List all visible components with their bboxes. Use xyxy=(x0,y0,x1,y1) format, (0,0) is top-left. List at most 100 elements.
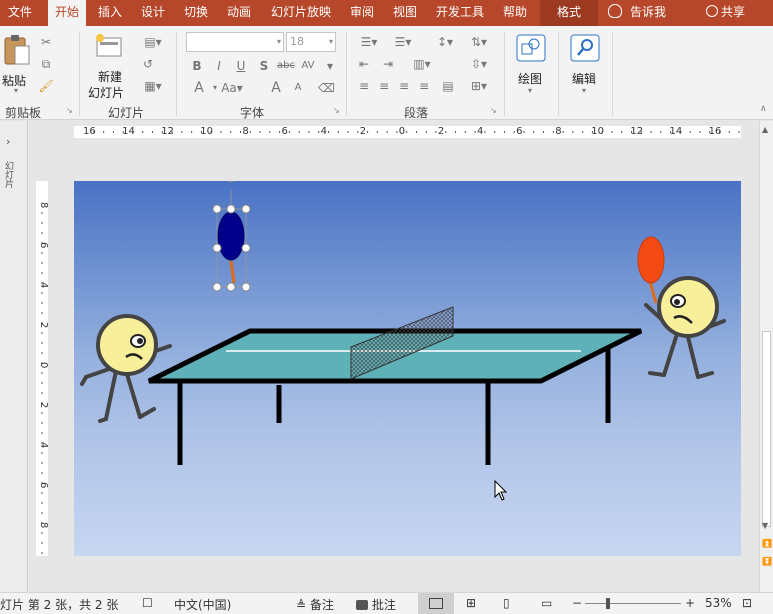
ruler-number: 12 xyxy=(630,126,644,137)
zoom-slider-track[interactable] xyxy=(585,603,681,604)
editing-button[interactable]: 编辑 ▾ xyxy=(566,32,606,98)
section-icon[interactable]: ▦▾ xyxy=(140,78,166,94)
zoom-out-icon[interactable]: − xyxy=(572,596,582,610)
ruler-number: 8 xyxy=(38,202,49,209)
zoom-in-icon[interactable]: + xyxy=(685,596,695,610)
ruler-number: 10 xyxy=(200,126,214,137)
format-painter-icon[interactable]: 🖌 xyxy=(38,78,54,94)
ruler-number: 4 xyxy=(320,126,327,137)
align-right-icon[interactable]: ≡ xyxy=(396,78,412,94)
paddle-right[interactable] xyxy=(637,236,665,304)
clear-formatting-icon[interactable]: ⌫ xyxy=(318,80,335,96)
columns-icon[interactable]: ▥▾ xyxy=(410,56,434,72)
scroll-down-icon[interactable]: ▼ xyxy=(762,521,768,530)
group-label-clipboard: 剪贴板 xyxy=(5,106,42,120)
tab-slideshow[interactable]: 幻灯片放映 xyxy=(265,0,337,26)
font-name-combo[interactable]: ▾ xyxy=(186,32,284,52)
notes-icon: ≜ xyxy=(296,598,307,612)
font-color-icon[interactable]: A xyxy=(191,80,207,96)
vertical-ruler: 8 6 4 2 0 2 4 6 8 xyxy=(36,181,49,556)
paddle-left-selected[interactable] xyxy=(217,211,245,284)
ruler-number: 16 xyxy=(708,126,722,137)
tab-developer[interactable]: 开发工具 xyxy=(430,0,490,26)
change-case-icon[interactable]: Aa▾ xyxy=(220,80,244,96)
new-slide-button[interactable]: 新建 幻灯片 xyxy=(86,32,132,100)
character-spacing-icon[interactable]: AV xyxy=(298,58,318,74)
decrease-font-icon[interactable]: A xyxy=(290,80,306,96)
reset-icon[interactable]: ↺ xyxy=(140,56,156,72)
line-spacing-icon[interactable]: ↕▾ xyxy=(432,34,458,50)
cut-icon[interactable]: ✂ xyxy=(38,34,54,50)
numbering-icon[interactable]: ☰▾ xyxy=(390,34,416,50)
zoom-level[interactable]: 53% xyxy=(705,596,732,610)
reading-view-icon[interactable]: ▯ xyxy=(503,596,510,610)
copy-icon[interactable]: ⧉ xyxy=(38,56,54,72)
normal-view-button[interactable] xyxy=(418,593,454,614)
strikethrough-icon[interactable]: abc xyxy=(276,58,296,74)
slide-canvas[interactable] xyxy=(74,181,741,556)
dialog-launcher-icon[interactable]: ↘ xyxy=(66,106,73,115)
ruler-number: 10 xyxy=(591,126,605,137)
expand-panel-icon[interactable]: › xyxy=(6,135,10,148)
tab-help[interactable]: 帮助 xyxy=(495,0,535,26)
bold-icon[interactable]: B xyxy=(189,58,205,74)
dialog-launcher-icon[interactable]: ↘ xyxy=(490,106,497,115)
mouse-cursor-icon xyxy=(494,479,508,501)
tab-file[interactable]: 文件 xyxy=(0,0,40,26)
zoom-slider-thumb[interactable] xyxy=(606,598,610,609)
group-label-slides: 幻灯片 xyxy=(108,106,145,120)
spellcheck-icon[interactable]: ☐ xyxy=(142,596,153,610)
text-direction-icon[interactable]: ⇅▾ xyxy=(466,34,492,50)
ruler-number: 2 xyxy=(38,322,49,329)
justify-icon[interactable]: ≡ xyxy=(416,78,432,94)
decrease-indent-icon[interactable]: ⇤ xyxy=(356,56,372,72)
smartart-icon[interactable]: ⊞▾ xyxy=(466,78,492,94)
shadow-icon[interactable]: S xyxy=(256,58,272,74)
distribute-icon[interactable]: ▤ xyxy=(440,78,456,94)
underline-icon[interactable]: U xyxy=(233,58,249,74)
increase-indent-icon[interactable]: ⇥ xyxy=(380,56,396,72)
vertical-scrollbar[interactable]: ▲ ▼ ⏫ ⏬ xyxy=(759,121,773,592)
tab-review[interactable]: 审阅 xyxy=(342,0,382,26)
player-right[interactable] xyxy=(644,276,726,379)
tab-design[interactable]: 设计 xyxy=(134,0,172,26)
tab-format[interactable]: 格式 xyxy=(540,0,598,26)
align-center-icon[interactable]: ≡ xyxy=(376,78,392,94)
status-bar: 幻灯片 第 2 张，共 2 张 ☐ 中文(中国) ≜ 备注 批注 ⊞ ▯ ▭ −… xyxy=(0,592,773,614)
bullets-icon[interactable]: ☰▾ xyxy=(356,34,382,50)
align-text-icon[interactable]: ⇳▾ xyxy=(466,56,492,72)
tab-animations[interactable]: 动画 xyxy=(220,0,258,26)
tab-transitions[interactable]: 切换 xyxy=(177,0,215,26)
chevron-down-icon[interactable]: ▾ xyxy=(322,58,338,74)
scroll-thumb[interactable] xyxy=(762,331,771,527)
tell-me-search[interactable]: 告诉我 xyxy=(608,0,666,26)
tab-view[interactable]: 视图 xyxy=(385,0,425,26)
notes-button[interactable]: ≜ 备注 xyxy=(296,596,334,613)
group-label-font: 字体 xyxy=(240,106,265,120)
thumbnail-panel-collapsed[interactable]: › 幻灯片 xyxy=(0,121,28,592)
fit-slide-icon[interactable]: ⊡ xyxy=(742,596,752,610)
tab-home[interactable]: 开始 xyxy=(48,0,86,26)
language-indicator[interactable]: 中文(中国) xyxy=(174,596,231,613)
layout-icon[interactable]: ▤▾ xyxy=(140,34,166,50)
dialog-launcher-icon[interactable]: ↘ xyxy=(333,106,340,115)
tab-insert[interactable]: 插入 xyxy=(91,0,129,26)
share-button[interactable]: 共享 xyxy=(706,0,745,26)
scroll-up-icon[interactable]: ▲ xyxy=(762,125,768,134)
player-left[interactable] xyxy=(80,314,172,423)
paste-button[interactable]: 粘贴 ▾ xyxy=(2,32,32,98)
font-size-combo[interactable]: 18 ▾ xyxy=(286,32,336,52)
increase-font-icon[interactable]: A xyxy=(268,80,284,96)
next-slide-icon[interactable]: ⏬ xyxy=(762,557,772,566)
collapse-ribbon-icon[interactable]: ∧ xyxy=(760,104,767,114)
ruler-number: 2 xyxy=(437,126,445,137)
comments-button[interactable]: 批注 xyxy=(356,596,396,613)
previous-slide-icon[interactable]: ⏫ xyxy=(762,539,772,548)
slideshow-icon[interactable]: ▭ xyxy=(541,596,552,610)
drawing-button[interactable]: 绘图 ▾ xyxy=(512,32,552,98)
slide-sorter-icon[interactable]: ⊞ xyxy=(466,596,476,610)
ruler-number: 14 xyxy=(669,126,683,137)
italic-icon[interactable]: I xyxy=(211,58,227,74)
align-left-icon[interactable]: ≡ xyxy=(356,78,372,94)
clipboard-icon xyxy=(4,35,30,65)
